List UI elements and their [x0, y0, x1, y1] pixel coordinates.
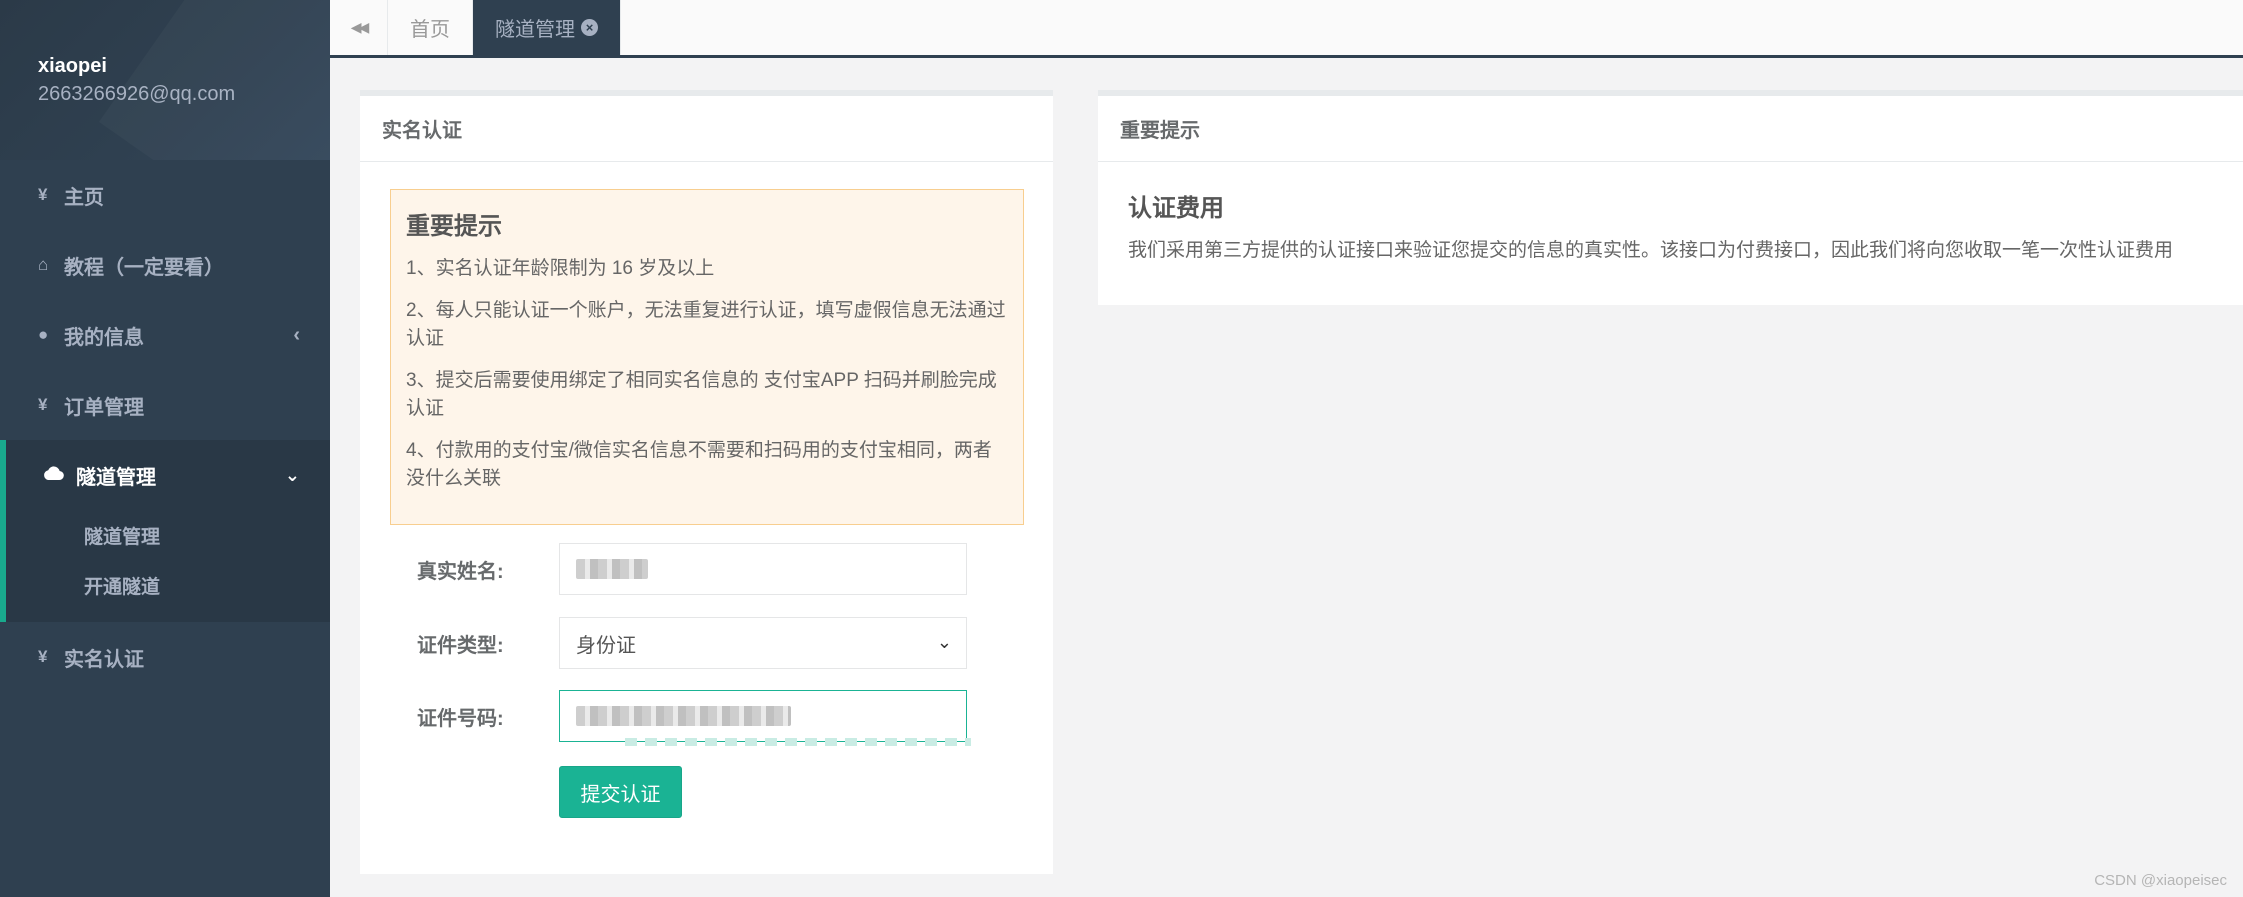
id-number-label: 证件号码:: [417, 707, 504, 730]
info-heading: 认证费用: [1128, 195, 1224, 222]
verification-panel: 实名认证 重要提示 1、实名认证年龄限制为 16 岁及以上 2、每人只能认证一个…: [360, 90, 1053, 874]
sidebar-subitem-tunnel-manage[interactable]: 隧道管理: [6, 510, 330, 560]
notice-heading: 重要提示: [406, 213, 502, 240]
id-number-field[interactable]: [559, 690, 967, 742]
watermark: CSDN @xiaopeisec: [2094, 872, 2227, 889]
redacted-value: [576, 706, 791, 726]
sidebar: xiaopei 2663266926@qq.com ¥ 主页 ⌂ 教程（一定要看…: [0, 0, 330, 897]
sidebar-subitem-open-tunnel[interactable]: 开通隧道: [6, 560, 330, 610]
sidebar-item-label: 我的信息: [64, 326, 144, 349]
panel-title: 实名认证: [360, 96, 1053, 162]
sidebar-item-label: 订单管理: [64, 396, 144, 419]
sidebar-item-label: 主页: [64, 186, 104, 209]
id-type-label: 证件类型:: [417, 634, 504, 657]
tab-label: 隧道管理: [495, 19, 575, 41]
yen-icon: ¥: [38, 395, 48, 414]
notice-item: 1、实名认证年龄限制为 16 岁及以上: [406, 258, 715, 279]
sidebar-submenu: 隧道管理 开通隧道: [6, 510, 330, 622]
info-panel: 重要提示 认证费用 我们采用第三方提供的认证接口来验证您提交的信息的真实性。该接…: [1098, 90, 2243, 305]
notice-item: 3、提交后需要使用绑定了相同实名信息的 支付宝APP 扫码并刷脸完成认证: [406, 370, 997, 419]
chevron-down-icon: ⌄: [936, 632, 952, 652]
real-name-field[interactable]: [559, 543, 967, 595]
form-row-name: 真实姓名:: [360, 543, 1053, 595]
redacted-value: [576, 559, 648, 579]
profile-username[interactable]: xiaopei: [38, 52, 330, 80]
sidebar-item-verification[interactable]: ¥ 实名认证: [0, 622, 330, 692]
sidebar-item-label: 隧道管理: [76, 466, 156, 489]
tab-scroll-left-button[interactable]: ◀◀: [330, 0, 388, 55]
user-icon: ●: [38, 325, 49, 344]
home-icon: ⌂: [38, 255, 49, 274]
chevron-left-icon: ‹: [293, 323, 300, 346]
sidebar-item-my-info[interactable]: ● 我的信息 ‹: [0, 300, 330, 370]
notice-item: 2、每人只能认证一个账户，无法重复进行认证，填写虚假信息无法通过认证: [406, 300, 1006, 349]
sidebar-item-home[interactable]: ¥ 主页: [0, 160, 330, 230]
sidebar-item-tutorial[interactable]: ⌂ 教程（一定要看）: [0, 230, 330, 300]
sidebar-item-orders[interactable]: ¥ 订单管理: [0, 370, 330, 440]
form-row-id-type: 证件类型: 身份证 ⌄: [360, 617, 1053, 669]
close-icon[interactable]: ×: [581, 19, 598, 36]
submit-verification-button[interactable]: 提交认证: [559, 766, 682, 818]
real-name-label: 真实姓名:: [417, 560, 504, 583]
profile-email: 2663266926@qq.com: [38, 83, 236, 105]
info-body: 认证费用 我们采用第三方提供的认证接口来验证您提交的信息的真实性。该接口为付费接…: [1098, 162, 2243, 291]
sidebar-group-tunnels: 隧道管理 ⌄ 隧道管理 开通隧道: [0, 440, 330, 622]
sidebar-item-tunnels[interactable]: 隧道管理 ⌄: [6, 440, 330, 510]
id-type-select[interactable]: 身份证 ⌄: [559, 617, 967, 669]
tab-home[interactable]: 首页: [388, 0, 473, 55]
info-text: 我们采用第三方提供的认证接口来验证您提交的信息的真实性。该接口为付费接口，因此我…: [1128, 240, 2174, 261]
form-row-id-number: 证件号码:: [360, 690, 1053, 742]
tab-label: 首页: [410, 19, 450, 41]
redaction-artifact: [625, 738, 971, 746]
sidebar-item-label: 实名认证: [64, 648, 144, 671]
notice-box: 重要提示 1、实名认证年龄限制为 16 岁及以上 2、每人只能认证一个账户，无法…: [390, 189, 1024, 525]
id-type-value: 身份证: [576, 634, 636, 657]
chevron-down-icon: ⌄: [284, 464, 300, 485]
cloud-icon: [42, 464, 76, 487]
notice-item: 4、付款用的支付宝/微信实名信息不需要和扫码用的支付宝相同，两者没什么关联: [406, 440, 992, 489]
panel-title: 重要提示: [1098, 96, 2243, 162]
tab-tunnel-manage[interactable]: 隧道管理 ×: [473, 0, 621, 55]
yen-icon: ¥: [38, 647, 48, 666]
yen-icon: ¥: [38, 185, 48, 204]
tab-bar: ◀◀ 首页 隧道管理 ×: [330, 0, 2243, 58]
profile-header: xiaopei 2663266926@qq.com: [0, 0, 330, 160]
double-chevron-left-icon: ◀◀: [350, 19, 369, 35]
sidebar-item-label: 教程（一定要看）: [64, 256, 224, 279]
